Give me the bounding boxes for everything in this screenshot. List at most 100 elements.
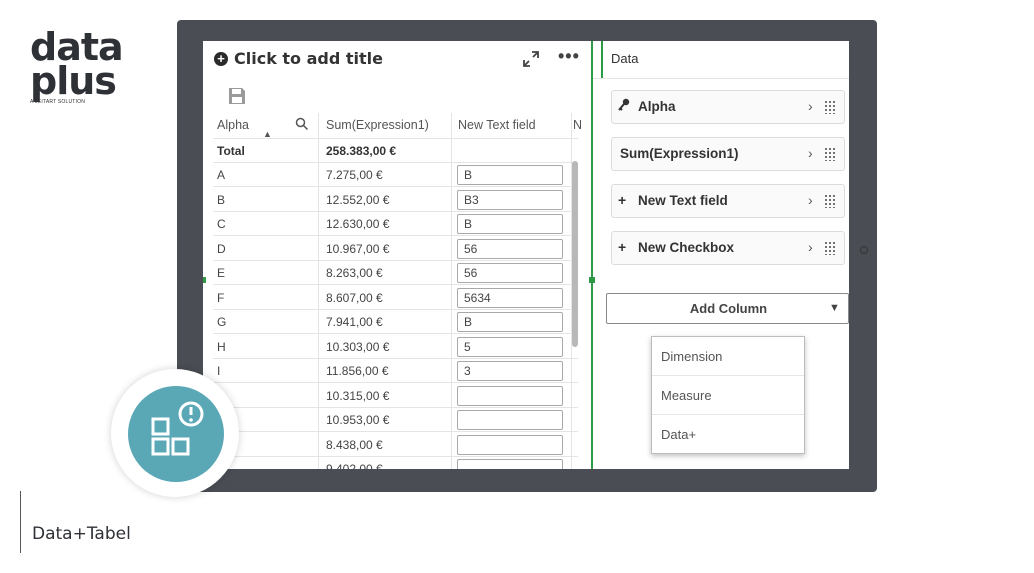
total-label: Total [217,144,245,158]
cell-sum: 8.438,00 € [326,437,383,452]
table-row: H 10.303,00 € 5 [213,335,578,359]
text-field-input[interactable]: B [457,312,563,332]
cell-alpha: E [217,266,226,280]
app-screen: + Click to add title ••• Alpha ▲ Sum(Exp… [203,41,849,469]
text-field-input[interactable]: B [457,214,563,234]
chevron-right-icon[interactable]: › [808,145,813,161]
text-field-input[interactable] [457,434,563,455]
cell-sum: 7.941,00 € [326,315,383,329]
add-column-menu: Dimension Measure Data+ [651,336,805,454]
add-column-label: Add Column [689,301,768,316]
table-scrollbar[interactable] [572,161,578,347]
field-label: New Checkbox [638,240,735,255]
table-row: F 8.607,00 € 5634 [213,286,578,310]
text-field-input[interactable]: 56 [457,263,563,283]
cell-sum: 12.552,00 € [326,192,390,207]
table-row: 9.402,00 € [213,457,578,469]
drag-handle-icon[interactable] [824,194,836,208]
cell-alpha: C [217,217,226,231]
chevron-right-icon[interactable]: › [808,239,813,255]
menu-item-dimension[interactable]: Dimension [652,337,804,376]
field-new-text[interactable]: + New Text field › [611,184,845,218]
save-icon[interactable] [228,87,246,105]
caption-divider [20,491,21,553]
cell-alpha: B [217,192,226,207]
divider [593,78,849,79]
cell-sum: 10.315,00 € [326,388,390,403]
chevron-right-icon[interactable]: › [808,192,813,208]
table-row: D 10.967,00 € 56 [213,237,578,261]
search-icon[interactable] [295,117,309,134]
data-panel-title: Data [611,51,639,66]
add-column-button[interactable]: Add Column ▼ [606,293,849,324]
logo-line2: plus [30,59,117,103]
cell-sum: 10.967,00 € [326,241,390,256]
table-row: 8.438,00 € [213,433,578,457]
header-sum[interactable]: Sum(Expression1) [326,113,451,137]
menu-item-dataplus[interactable]: Data+ [652,415,804,454]
table-row: E 8.263,00 € 56 [213,261,578,285]
header-text-field[interactable]: New Text field [458,113,568,137]
table-row: B 12.552,00 € B3 [213,188,578,212]
table-row: 10.953,00 € [213,408,578,432]
text-field-input[interactable] [457,410,563,430]
more-options-icon[interactable]: ••• [558,46,580,67]
field-alpha[interactable]: Alpha › [611,90,845,124]
total-row: Total 258.383,00 € [213,139,578,163]
text-field-input[interactable] [457,459,563,469]
table-row: C 12.630,00 € B [213,212,578,236]
cell-alpha: F [217,290,225,305]
table-header-row: Alpha ▲ Sum(Expression1) New Text field … [213,113,582,139]
field-label: Sum(Expression1) [620,146,739,161]
drag-handle-icon[interactable] [824,241,836,255]
header-next[interactable]: N [573,113,582,137]
resize-handle[interactable] [589,277,595,283]
field-label: Alpha [638,99,676,114]
data-panel-accent [601,41,603,79]
plus-icon: + [618,192,627,208]
text-field-input[interactable] [457,385,563,406]
text-field-input[interactable]: 5634 [457,287,563,308]
chart-title[interactable]: Click to add title [234,49,383,68]
cell-sum: 12.630,00 € [326,217,390,231]
cell-sum: 11.856,00 € [326,364,389,378]
text-field-input[interactable]: 56 [457,238,563,259]
device-button-icon [860,246,868,254]
field-new-checkbox[interactable]: + New Checkbox › [611,231,845,265]
sort-ascending-icon[interactable]: ▲ [263,129,272,139]
plus-icon: + [618,239,627,255]
cell-sum: 8.263,00 € [326,266,383,280]
cell-alpha: I [217,364,221,378]
table-row: 10.315,00 € [213,384,578,408]
cell-alpha: H [217,339,226,354]
drag-handle-icon[interactable] [824,147,836,161]
cell-sum: 9.402,00 € [326,462,383,469]
dataplus-logo: data plus A LEITART SOLUTION [30,28,130,120]
add-circle-icon[interactable]: + [214,52,228,66]
cell-sum: 8.607,00 € [326,290,383,305]
chevron-right-icon[interactable]: › [808,98,813,114]
text-field-input[interactable]: B3 [457,189,563,210]
total-value: 258.383,00 € [326,144,397,158]
widget-alert-icon [128,386,224,482]
resize-handle[interactable] [203,277,206,283]
cell-alpha: D [217,241,226,256]
text-field-input[interactable]: 5 [457,336,563,357]
caret-down-icon: ▼ [829,302,840,314]
field-label: New Text field [638,193,728,208]
table-row: G 7.941,00 € B [213,310,578,334]
key-icon [618,98,630,115]
cell-alpha: G [217,315,227,329]
table-row: A 7.275,00 € B [213,163,578,187]
drag-handle-icon[interactable] [824,100,836,114]
text-field-input[interactable]: B [457,165,563,185]
field-sum-expression[interactable]: Sum(Expression1) › [611,137,845,171]
expand-icon[interactable] [522,50,540,68]
panel-divider[interactable] [591,41,593,469]
cell-alpha: A [217,168,226,182]
table-row: I 11.856,00 € 3 [213,359,578,383]
cell-sum: 10.303,00 € [326,339,390,354]
caption: Data+Tabel [32,524,131,544]
text-field-input[interactable]: 3 [457,361,563,381]
menu-item-measure[interactable]: Measure [652,376,804,415]
